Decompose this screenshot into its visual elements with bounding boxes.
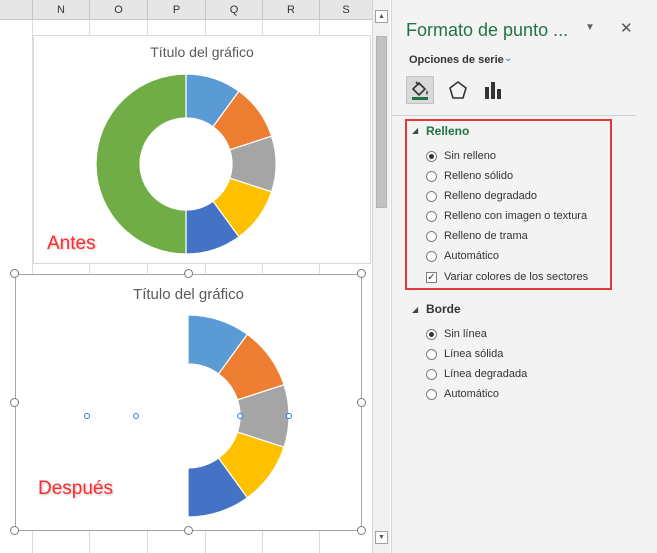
- series-options-label[interactable]: Opciones de serie: [409, 54, 504, 66]
- resize-handle-top-left[interactable]: [10, 269, 19, 278]
- resize-handle-bottom[interactable]: [184, 526, 193, 535]
- column-header-p[interactable]: P: [147, 0, 205, 20]
- doughnut-chart-before: [95, 73, 277, 255]
- tab-series-options[interactable]: [479, 76, 507, 104]
- column-header-bar: N O P Q R S: [0, 0, 372, 20]
- resize-handle-top[interactable]: [184, 269, 193, 278]
- radio-button-checked[interactable]: [426, 328, 437, 340]
- pentagon-icon: [449, 81, 467, 99]
- option-label: Sin línea: [444, 328, 487, 340]
- radio-button[interactable]: [426, 348, 437, 360]
- scroll-down-button[interactable]: ▼: [375, 531, 388, 544]
- doughnut-slice-6[interactable]: [95, 73, 187, 255]
- column-header-n[interactable]: N: [32, 0, 89, 20]
- resize-handle-bottom-left[interactable]: [10, 526, 19, 535]
- resize-handle-left[interactable]: [10, 398, 19, 407]
- scrollbar-thumb[interactable]: [376, 36, 387, 208]
- tab-effects[interactable]: [444, 76, 472, 104]
- radio-button[interactable]: [426, 368, 437, 380]
- option-label: Línea degradada: [444, 368, 528, 380]
- close-icon[interactable]: ✕: [620, 19, 633, 37]
- column-header-o[interactable]: O: [89, 0, 147, 20]
- divider: [392, 115, 636, 116]
- radio-gradient-line[interactable]: Línea degradada: [426, 368, 527, 380]
- worksheet-area[interactable]: N O P Q R S Título del gráfico Antes Tít…: [0, 0, 372, 553]
- selected-point-handle[interactable]: [133, 413, 139, 419]
- annotation-after: Después: [38, 478, 113, 499]
- selected-point-handle[interactable]: [237, 413, 243, 419]
- column-header-r[interactable]: R: [262, 0, 319, 20]
- resize-handle-right[interactable]: [357, 398, 366, 407]
- chart-before[interactable]: Título del gráfico: [33, 35, 371, 264]
- radio-button[interactable]: [426, 388, 437, 400]
- vertical-scrollbar[interactable]: ▲ ▼: [372, 0, 390, 553]
- chevron-down-icon[interactable]: ⌄: [504, 53, 512, 64]
- bar-chart-icon: [485, 82, 501, 99]
- section-border-heading[interactable]: Borde: [426, 302, 461, 316]
- fill-bucket-icon: [411, 81, 428, 100]
- column-header-q[interactable]: Q: [205, 0, 262, 20]
- option-label: Línea sólida: [444, 348, 504, 360]
- pane-options-dropdown-icon[interactable]: ▼: [585, 22, 595, 33]
- selected-point-handle[interactable]: [84, 413, 90, 419]
- selected-point-handle[interactable]: [286, 413, 292, 419]
- annotation-before: Antes: [47, 233, 96, 254]
- collapse-triangle-icon[interactable]: ◢: [412, 305, 418, 314]
- option-label: Automático: [444, 388, 500, 400]
- resize-handle-top-right[interactable]: [357, 269, 366, 278]
- scroll-up-button[interactable]: ▲: [375, 10, 388, 23]
- resize-handle-bottom-right[interactable]: [357, 526, 366, 535]
- radio-solid-line[interactable]: Línea sólida: [426, 348, 503, 360]
- pane-title: Formato de punto ...: [406, 20, 569, 40]
- radio-automatic-line[interactable]: Automático: [426, 388, 499, 400]
- tab-fill-line[interactable]: [406, 76, 434, 104]
- radio-no-line[interactable]: Sin línea: [426, 328, 487, 340]
- fill-section-highlight: [405, 119, 612, 290]
- column-header-s[interactable]: S: [319, 0, 372, 20]
